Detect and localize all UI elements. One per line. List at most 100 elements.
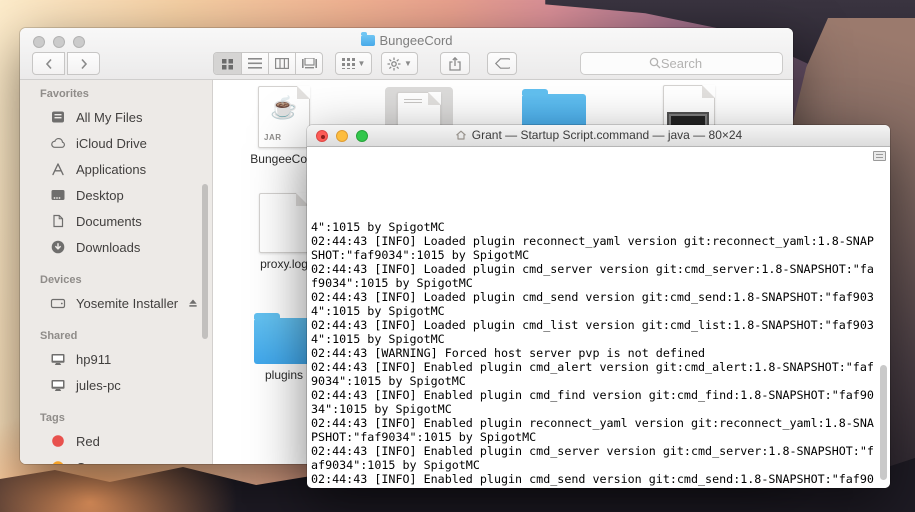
terminal-line: f9034":1015 by SpigotMC — [311, 276, 473, 290]
terminal-line: 34":1015 by SpigotMC — [311, 486, 890, 488]
terminal-titlebar[interactable]: Grant — Startup Script.command — java — … — [307, 125, 890, 147]
search-icon — [649, 57, 660, 69]
sidebar-item[interactable]: hp911 — [20, 346, 212, 372]
display-icon — [50, 377, 67, 393]
sidebar-section-tags: Tags — [40, 412, 65, 424]
grid-view-icon — [222, 58, 233, 69]
sidebar-item-label: Documents — [76, 213, 142, 229]
terminal-line: 02:44:43 [INFO] Loaded plugin cmd_server… — [311, 262, 874, 276]
share-icon — [449, 56, 461, 71]
terminal-line: PSHOT:"faf9034":1015 by SpigotMC — [311, 430, 537, 444]
terminal-line: SHOT:"faf9034":1015 by SpigotMC — [311, 248, 530, 262]
coverflow-view-icon — [301, 58, 317, 69]
tag-icon — [50, 459, 67, 464]
terminal-line: 9034":1015 by SpigotMC — [311, 374, 466, 388]
split-pane-icon[interactable] — [873, 151, 886, 161]
sidebar-item-label: Yosemite Installer — [76, 295, 179, 311]
chevron-down-icon: ▼ — [404, 59, 412, 68]
terminal-line: 4":1015 by SpigotMC — [311, 304, 445, 318]
terminal-line: 02:44:43 [INFO] Enabled plugin reconnect… — [311, 416, 874, 430]
finder-toolbar: ▼ ▼ — [32, 52, 783, 75]
sidebar-item-label: Orange — [76, 460, 119, 465]
view-columns-button[interactable] — [268, 53, 295, 74]
finder-sidebar: Favorites All My Files iCloud Drive Appl… — [20, 80, 213, 464]
chevron-left-icon — [45, 58, 52, 69]
sidebar-item[interactable]: Documents — [20, 208, 212, 234]
list-view-icon — [248, 58, 262, 69]
tags-button[interactable] — [487, 52, 517, 75]
icloud-icon — [50, 135, 67, 151]
desktop: BungeeCord ▼ ▼ Search Favorites All My F… — [0, 0, 915, 512]
applications-icon — [50, 161, 67, 177]
arrange-button[interactable]: ▼ — [335, 52, 372, 75]
terminal-line: 02:44:43 [INFO] Loaded plugin cmd_send v… — [311, 290, 874, 304]
sidebar-item-label: Applications — [76, 161, 147, 177]
sidebar-item[interactable]: Applications — [20, 156, 212, 182]
drive-icon — [50, 295, 67, 311]
sidebar-item[interactable]: All My Files — [20, 104, 212, 130]
sidebar-item[interactable]: Orange — [20, 454, 212, 464]
sidebar-item-label: Desktop — [76, 187, 124, 203]
home-icon — [455, 130, 466, 140]
terminal-line: 02:44:43 [INFO] Enabled plugin cmd_alert… — [311, 360, 874, 374]
folder-icon — [360, 32, 375, 46]
all-my-files-icon — [50, 109, 67, 125]
sidebar-section-shared: Shared — [40, 330, 78, 342]
back-button[interactable] — [32, 52, 65, 75]
terminal-line: 02:44:43 [INFO] Enabled plugin cmd_send … — [311, 472, 874, 486]
share-button[interactable] — [440, 52, 470, 75]
downloads-icon — [50, 239, 67, 255]
jar-file-icon: ☕ JAR — [258, 86, 310, 148]
tag-icon — [50, 433, 67, 449]
sidebar-item[interactable]: Red — [20, 428, 212, 454]
terminal-line: 02:44:43 [INFO] Enabled plugin cmd_find … — [311, 388, 874, 402]
search-field — [580, 52, 783, 75]
chevron-right-icon — [80, 58, 87, 69]
sidebar-section-devices: Devices — [40, 274, 82, 286]
action-button[interactable]: ▼ — [381, 52, 418, 75]
sidebar-item[interactable]: Yosemite Installer — [20, 290, 212, 316]
finder-titlebar[interactable]: BungeeCord ▼ ▼ Search — [20, 28, 793, 80]
terminal-line: 02:44:43 [INFO] Loaded plugin reconnect_… — [311, 234, 874, 248]
finder-title: BungeeCord — [20, 32, 793, 49]
terminal-line: 02:44:43 [INFO] Enabled plugin cmd_serve… — [311, 444, 874, 458]
document-icon — [259, 193, 309, 253]
folder-icon — [254, 313, 314, 364]
sidebar-item-label: All My Files — [76, 109, 143, 125]
tag-icon — [494, 58, 510, 69]
terminal-line: 02:44:43 [INFO] Loaded plugin cmd_list v… — [311, 318, 874, 332]
sidebar-item-label: jules-pc — [76, 377, 121, 393]
window-title: BungeeCord — [379, 33, 453, 48]
jar-badge: JAR — [264, 133, 282, 142]
search-input[interactable] — [580, 52, 783, 75]
display-icon — [50, 351, 67, 367]
terminal-line: 02:44:43 [WARNING] Forced host server pv… — [311, 346, 706, 360]
file-label: plugins — [264, 368, 304, 382]
forward-button[interactable] — [67, 52, 100, 75]
sidebar-item[interactable]: iCloud Drive — [20, 130, 212, 156]
terminal-line: 34":1015 by SpigotMC — [311, 402, 452, 416]
documents-icon — [50, 213, 67, 229]
sidebar-item-label: Downloads — [76, 239, 141, 255]
sidebar-item[interactable]: Desktop — [20, 182, 212, 208]
arrange-icon — [341, 58, 355, 69]
terminal-line: 4":1015 by SpigotMC — [311, 332, 445, 346]
terminal-title: Grant — Startup Script.command — java — … — [307, 128, 890, 142]
chevron-down-icon: ▼ — [357, 59, 366, 68]
sidebar-scrollbar[interactable] — [202, 184, 208, 339]
sidebar-item[interactable]: jules-pc — [20, 372, 212, 398]
view-switcher — [213, 52, 323, 75]
sidebar-item[interactable]: Downloads — [20, 234, 212, 260]
sidebar-item-label: hp911 — [76, 351, 112, 367]
sidebar-item-label: Red — [76, 433, 100, 449]
eject-icon[interactable] — [186, 297, 200, 310]
desktop-icon — [50, 187, 67, 203]
terminal-line: af9034":1015 by SpigotMC — [311, 458, 480, 472]
view-list-button[interactable] — [241, 53, 268, 74]
terminal-scrollbar-thumb[interactable] — [880, 365, 887, 480]
view-icons-button[interactable] — [214, 53, 241, 74]
terminal-line: 4":1015 by SpigotMC — [311, 220, 445, 234]
view-coverflow-button[interactable] — [295, 53, 322, 74]
sidebar-section-favorites: Favorites — [40, 88, 89, 100]
terminal-output[interactable]: 4":1015 by SpigotMC 02:44:43 [INFO] Loade… — [307, 148, 890, 488]
